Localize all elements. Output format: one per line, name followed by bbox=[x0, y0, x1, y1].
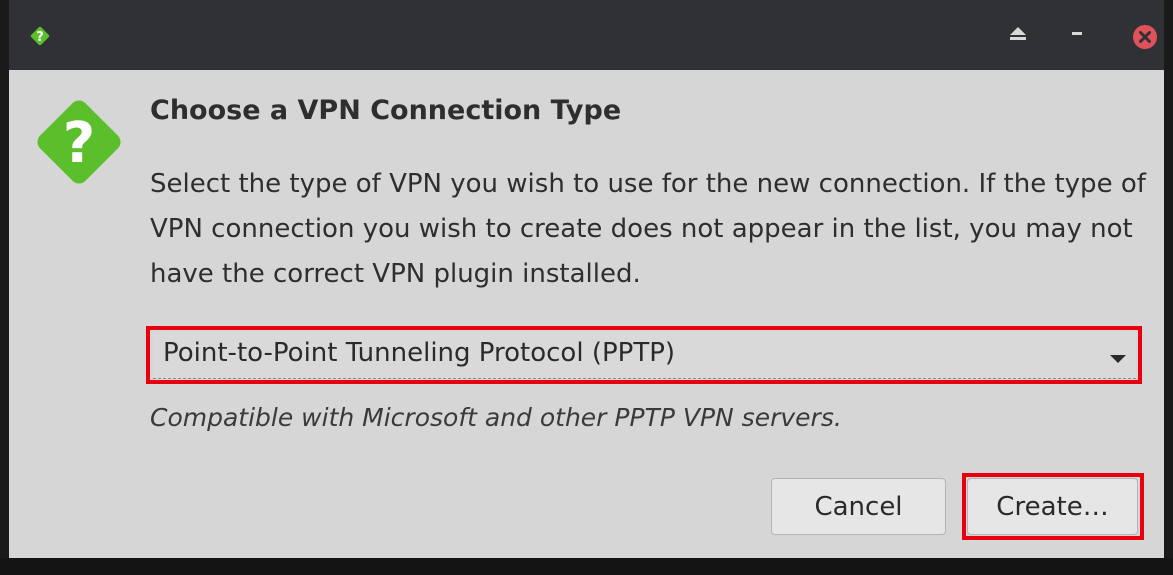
title-bar: ? bbox=[9, 0, 1164, 70]
create-button[interactable]: Create… bbox=[967, 478, 1138, 535]
dialog-body: ? Choose a VPN Connection Type Select th… bbox=[9, 70, 1164, 558]
svg-text:?: ? bbox=[36, 30, 44, 45]
chevron-down-icon bbox=[1108, 350, 1128, 369]
dialog-description: Select the type of VPN you wish to use f… bbox=[150, 169, 1146, 289]
minimize-icon[interactable] bbox=[1069, 25, 1085, 45]
background-strip bbox=[0, 558, 1173, 575]
svg-text:?: ? bbox=[63, 111, 95, 176]
cancel-button[interactable]: Cancel bbox=[771, 478, 946, 535]
question-diamond-icon: ? bbox=[29, 25, 51, 51]
vpn-type-dropdown[interactable]: Point-to-Point Tunneling Protocol (PPTP) bbox=[153, 332, 1136, 379]
vpn-type-hint: Compatible with Microsoft and other PPTP… bbox=[150, 403, 842, 432]
vpn-type-selected: Point-to-Point Tunneling Protocol (PPTP) bbox=[163, 338, 676, 368]
dialog-heading: Choose a VPN Connection Type bbox=[150, 95, 622, 126]
close-icon[interactable] bbox=[1132, 24, 1158, 54]
question-diamond-icon: ? bbox=[29, 92, 129, 196]
vpn-type-dialog: ? ? Choose a VPN Connection Type Select … bbox=[9, 0, 1164, 558]
eject-icon[interactable] bbox=[1009, 25, 1027, 45]
